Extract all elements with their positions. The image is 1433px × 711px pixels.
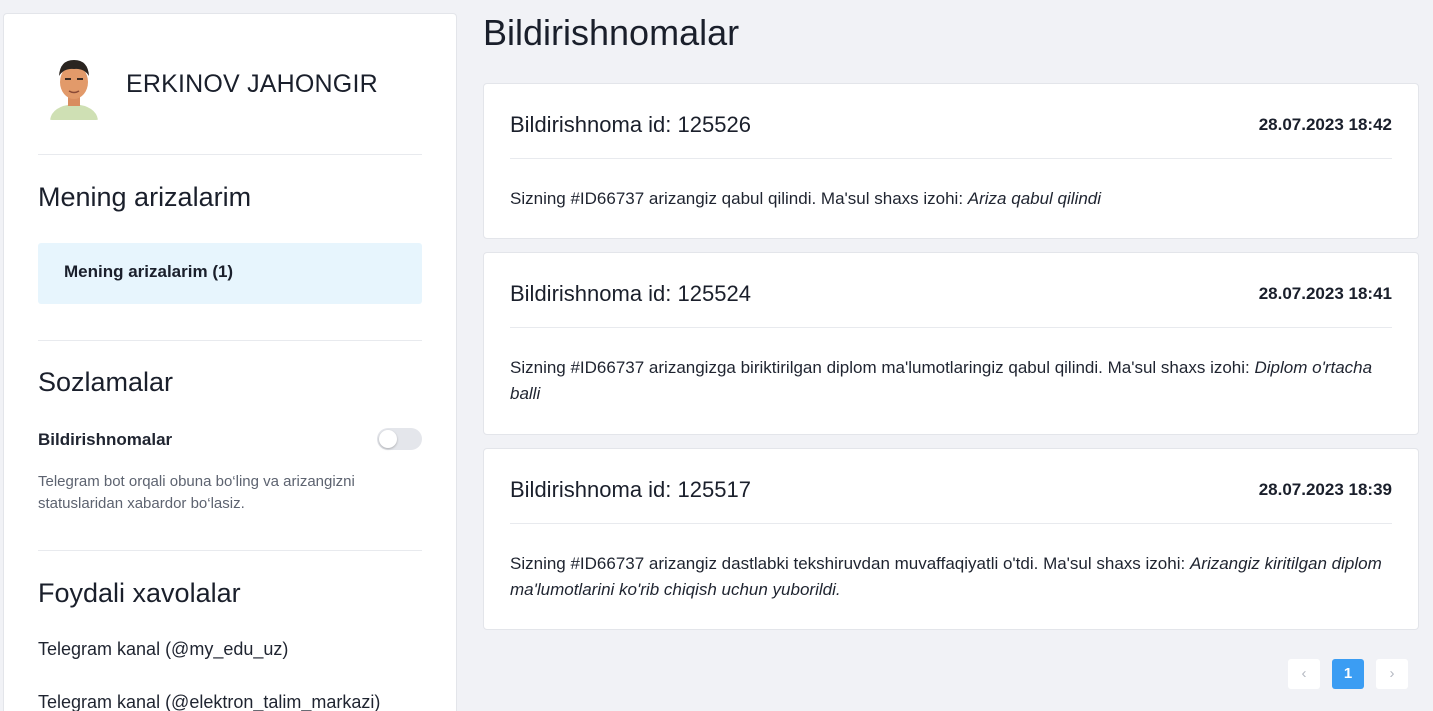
notification-message: Sizning #ID66737 arizangiz qabul qilindi…	[510, 189, 968, 208]
toggle-knob	[379, 430, 397, 448]
prev-page-button[interactable]: ‹	[1288, 659, 1320, 689]
settings-title: Sozlamalar	[38, 367, 174, 397]
profile-name: ERKINOV JAHONGIR	[126, 70, 378, 98]
notifications-toggle-label: Bildirishnomalar	[38, 430, 173, 449]
notification-comment: Ariza qabul qilindi	[967, 189, 1102, 208]
notification-date: 28.07.2023 18:42	[1258, 115, 1392, 134]
telegram-link-my-edu[interactable]: Telegram kanal (@my_edu_uz)	[38, 639, 288, 660]
profile-section: ERKINOV JAHONGIR	[38, 50, 422, 155]
card-header: Bildirishnoma id: 125524 28.07.2023 18:4…	[510, 253, 1392, 328]
notification-date: 28.07.2023 18:41	[1258, 284, 1392, 303]
chevron-right-icon: ›	[1389, 665, 1395, 682]
notification-text: Sizning #ID66737 arizangiz dastlabki tek…	[510, 551, 1392, 603]
card-header: Bildirishnoma id: 125517 28.07.2023 18:3…	[510, 449, 1392, 524]
page-1-button[interactable]: 1	[1332, 659, 1364, 689]
divider	[38, 340, 422, 341]
notification-text: Sizning #ID66737 arizangiz qabul qilindi…	[510, 186, 1392, 212]
applications-title: Mening arizalarim	[38, 182, 252, 212]
card-header: Bildirishnoma id: 125526 28.07.2023 18:4…	[510, 84, 1392, 159]
telegram-link-elektron-talim[interactable]: Telegram kanal (@elektron_talim_markazi)	[38, 692, 380, 711]
sidebar: ERKINOV JAHONGIR Mening arizalarim Menin…	[3, 13, 457, 711]
notification-card: Bildirishnoma id: 125524 28.07.2023 18:4…	[483, 252, 1419, 435]
next-page-button[interactable]: ›	[1376, 659, 1408, 689]
notification-message: Sizning #ID66737 arizangizga biriktirilg…	[510, 358, 1255, 377]
applications-menu-item[interactable]: Mening arizalarim (1)	[38, 243, 422, 304]
telegram-help-text: Telegram bot orqali obuna bo‘ling va ari…	[38, 473, 355, 512]
notification-id: Bildirishnoma id: 125526	[510, 112, 751, 137]
notification-date: 28.07.2023 18:39	[1258, 480, 1392, 499]
notifications-toggle[interactable]	[377, 428, 422, 450]
notification-card: Bildirishnoma id: 125517 28.07.2023 18:3…	[483, 448, 1419, 630]
notification-id: Bildirishnoma id: 125517	[510, 477, 751, 502]
page-title: Bildirishnomalar	[483, 12, 740, 53]
notification-message: Sizning #ID66737 arizangiz dastlabki tek…	[510, 554, 1190, 573]
applications-menu-label: Mening arizalarim (1)	[64, 262, 234, 281]
avatar	[48, 54, 100, 120]
notification-card: Bildirishnoma id: 125526 28.07.2023 18:4…	[483, 83, 1419, 239]
notification-id: Bildirishnoma id: 125524	[510, 281, 751, 306]
links-title: Foydali xavolalar	[38, 578, 241, 608]
divider	[38, 550, 422, 551]
notification-text: Sizning #ID66737 arizangizga biriktirilg…	[510, 355, 1392, 407]
chevron-left-icon: ‹	[1301, 665, 1307, 682]
